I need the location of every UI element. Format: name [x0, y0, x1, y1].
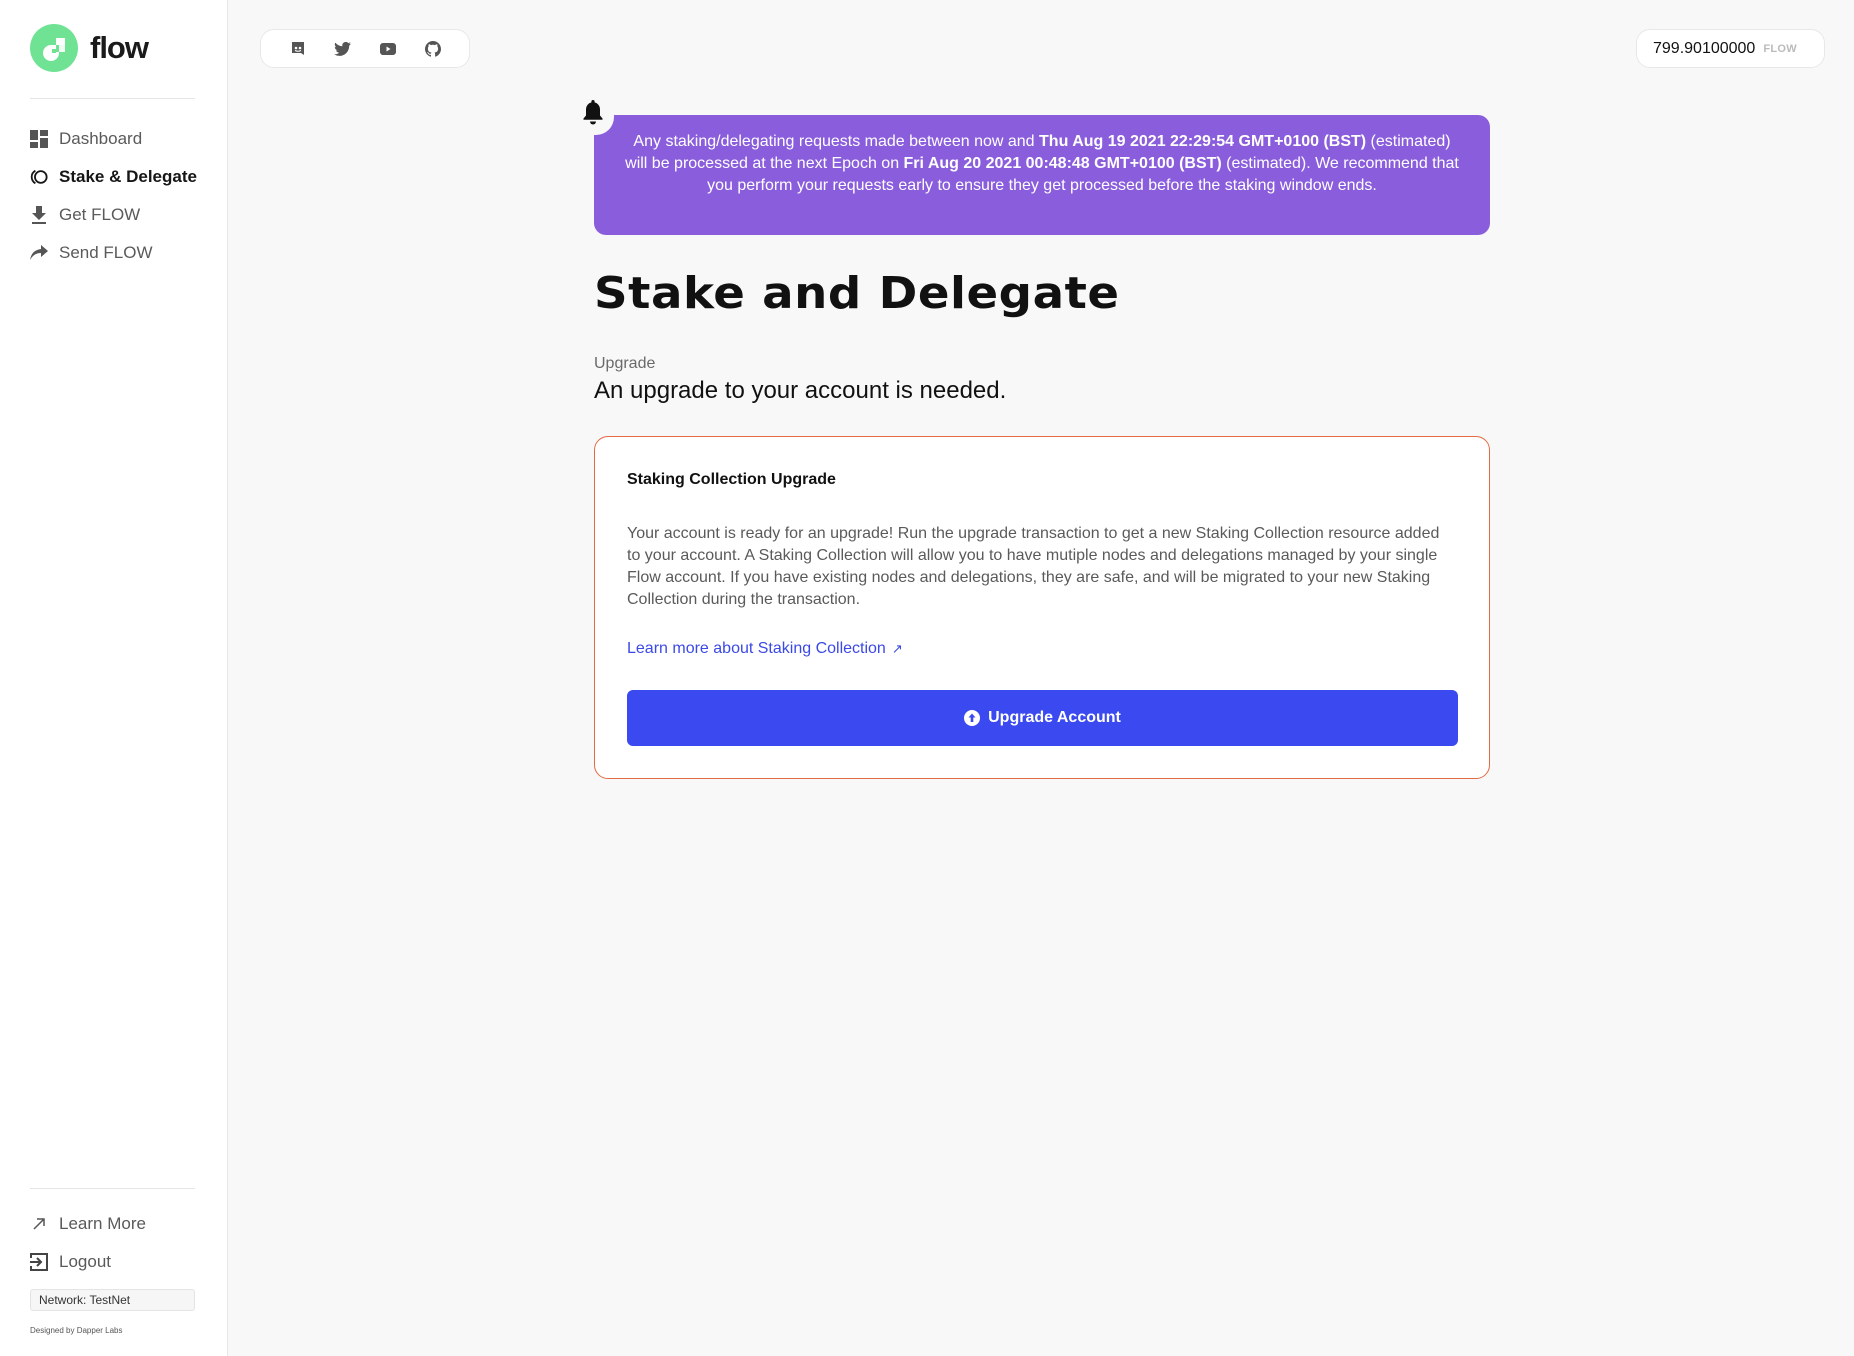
brand-name: flow — [90, 30, 149, 65]
bell-badge — [578, 99, 614, 135]
arrow-up-circle-icon — [964, 710, 981, 726]
card-description: Your account is ready for an upgrade! Ru… — [627, 525, 1440, 608]
logout-icon — [30, 1253, 48, 1271]
upgrade-button-label: Upgrade Account — [988, 709, 1121, 726]
external-arrow-icon — [30, 1215, 48, 1233]
external-link-icon: ↗ — [891, 641, 903, 656]
sidebar-item-send-flow[interactable]: Send FLOW — [30, 234, 200, 272]
learn-more-link[interactable]: Learn More — [30, 1205, 200, 1243]
sidebar-item-label: Stake & Delegate — [59, 167, 197, 186]
sidebar-item-stake-delegate[interactable]: Stake & Delegate — [30, 158, 200, 196]
epoch-notice-banner: Any staking/delegating requests made bet… — [594, 115, 1490, 235]
sidebar-item-label: Send FLOW — [59, 243, 153, 262]
logout-label: Logout — [59, 1252, 111, 1271]
learn-more-staking-collection-link[interactable]: Learn more about Staking Collection ↗ — [627, 640, 903, 658]
sidebar-item-dashboard[interactable]: Dashboard — [30, 120, 200, 158]
card-title: Staking Collection Upgrade — [627, 471, 836, 488]
stake-icon — [30, 168, 48, 186]
sidebar-nav: Dashboard Stake & Delegate Get FLOW Send… — [30, 120, 200, 272]
sidebar-item-get-flow[interactable]: Get FLOW — [30, 196, 200, 234]
learn-more-label: Learn More — [59, 1214, 146, 1233]
balance-display: 799.90100000 FLOW — [1636, 29, 1825, 68]
dashboard-icon — [30, 130, 48, 148]
flow-logo[interactable]: flow — [30, 24, 149, 72]
section-subtitle: An upgrade to your account is needed. — [594, 377, 1007, 404]
balance-value: 799.90100000 — [1653, 39, 1756, 57]
staking-collection-upgrade-card: Staking Collection Upgrade Your account … — [594, 436, 1490, 779]
social-links — [260, 29, 470, 68]
logout-button[interactable]: Logout — [30, 1243, 200, 1281]
share-arrow-icon — [30, 244, 48, 262]
banner-date-2: Fri Aug 20 2021 00:48:48 GMT+0100 (BST) — [903, 155, 1222, 172]
sidebar: flow Dashboard Stake & Delegate Get FLOW — [0, 0, 228, 1356]
banner-text-1: Any staking/delegating requests made bet… — [633, 133, 1040, 150]
discord-icon[interactable] — [289, 40, 307, 58]
network-badge: Network: TestNet — [30, 1289, 195, 1311]
balance-unit: FLOW — [1763, 42, 1797, 55]
github-icon[interactable] — [424, 40, 442, 58]
sidebar-bottom-nav: Learn More Logout — [30, 1205, 200, 1281]
sidebar-item-label: Dashboard — [59, 129, 143, 148]
link-label: Learn more about Staking Collection — [627, 640, 886, 657]
download-icon — [30, 206, 48, 224]
section-label: Upgrade — [594, 355, 656, 372]
sidebar-item-label: Get FLOW — [59, 205, 141, 224]
banner-date-1: Thu Aug 19 2021 22:29:54 GMT+0100 (BST) — [1039, 133, 1367, 150]
youtube-icon[interactable] — [379, 40, 397, 58]
upgrade-account-button[interactable]: Upgrade Account — [627, 690, 1458, 746]
sidebar-divider-bottom — [30, 1188, 195, 1189]
page-title: Stake and Delegate — [594, 268, 1120, 319]
twitter-icon[interactable] — [334, 40, 352, 58]
sidebar-divider — [30, 98, 195, 99]
flow-logo-icon — [30, 24, 78, 72]
bell-icon — [582, 99, 604, 130]
designed-by: Designed by Dapper Labs — [30, 1326, 123, 1335]
